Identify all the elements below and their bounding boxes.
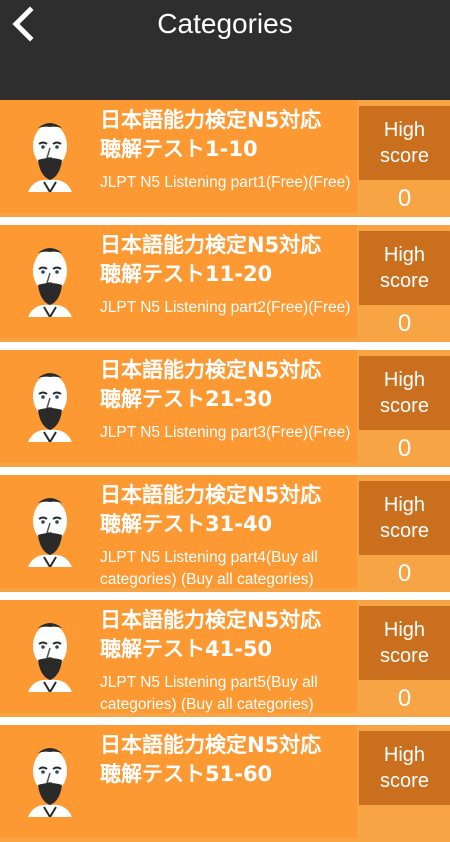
- high-score-value: 0: [397, 310, 412, 337]
- category-card-body[interactable]: 日本語能力検定N5対応 聴解テスト21-30 JLPT N5 Listening…: [0, 350, 357, 463]
- category-card[interactable]: 日本語能力検定N5対応 聴解テスト51-60 High score: [0, 725, 450, 842]
- portrait-icon: [28, 498, 72, 567]
- high-score-label: High score: [359, 356, 450, 430]
- category-card[interactable]: 日本語能力検定N5対応 聴解テスト11-20 JLPT N5 Listening…: [0, 225, 450, 342]
- category-title-line1: 日本語能力検定N5対応: [100, 608, 322, 632]
- high-score-value: 0: [397, 435, 412, 462]
- category-title-line2: 聴解テスト41-50: [100, 637, 273, 661]
- high-score-value: [359, 807, 450, 840]
- high-score-label-line2: score: [380, 145, 429, 167]
- category-subtitle: JLPT N5 Listening part4(Buy all categori…: [100, 549, 318, 588]
- high-score-label-line1: High: [383, 119, 426, 141]
- portrait-icon: [28, 748, 72, 817]
- high-score-label-line1: High: [383, 744, 426, 766]
- category-subtitle: JLPT N5 Listening part1(Free)(Free): [100, 174, 351, 191]
- category-list[interactable]: 日本語能力検定N5対応 聴解テスト1-10 JLPT N5 Listening …: [0, 100, 450, 842]
- high-score-value: 0: [397, 685, 412, 712]
- high-score-label-line1: High: [383, 494, 426, 516]
- category-title: 日本語能力検定N5対応 聴解テスト41-50: [100, 606, 360, 664]
- high-score-label: High score: [359, 481, 450, 555]
- category-card[interactable]: 日本語能力検定N5対応 聴解テスト31-40 JLPT N5 Listening…: [0, 475, 450, 592]
- category-title-line2: 聴解テスト31-40: [100, 512, 273, 536]
- high-score-label-line2: score: [380, 770, 429, 792]
- category-title-line2: 聴解テスト21-30: [100, 387, 273, 411]
- category-title-line1: 日本語能力検定N5対応: [100, 108, 322, 132]
- high-score-label: High score: [359, 231, 450, 305]
- category-card-body[interactable]: 日本語能力検定N5対応 聴解テスト11-20 JLPT N5 Listening…: [0, 225, 357, 338]
- category-title-line2: 聴解テスト11-20: [100, 262, 273, 286]
- category-card-body[interactable]: 日本語能力検定N5対応 聴解テスト51-60: [0, 725, 357, 838]
- category-title-line1: 日本語能力検定N5対応: [100, 733, 322, 757]
- category-subtitle: JLPT N5 Listening part2(Free)(Free): [100, 299, 351, 316]
- category-title: 日本語能力検定N5対応 聴解テスト51-60: [100, 731, 360, 789]
- high-score-label-line2: score: [380, 270, 429, 292]
- portrait-icon: [28, 123, 72, 192]
- high-score-label-line1: High: [383, 369, 426, 391]
- high-score-label-line2: score: [380, 395, 429, 417]
- category-title-line1: 日本語能力検定N5対応: [100, 233, 322, 257]
- high-score-value: 0: [397, 185, 412, 212]
- category-card-body[interactable]: 日本語能力検定N5対応 聴解テスト31-40 JLPT N5 Listening…: [0, 475, 357, 588]
- high-score-value: 0: [397, 560, 412, 587]
- category-card-body[interactable]: 日本語能力検定N5対応 聴解テスト1-10 JLPT N5 Listening …: [0, 100, 357, 213]
- category-title: 日本語能力検定N5対応 聴解テスト31-40: [100, 481, 360, 539]
- high-score-label: High score: [359, 106, 450, 180]
- category-title-line1: 日本語能力検定N5対応: [100, 358, 322, 382]
- high-score-label-line2: score: [380, 645, 429, 667]
- app-header: Categories: [0, 0, 450, 100]
- category-title: 日本語能力検定N5対応 聴解テスト21-30: [100, 356, 360, 414]
- category-card-body[interactable]: 日本語能力検定N5対応 聴解テスト41-50 JLPT N5 Listening…: [0, 600, 357, 713]
- page-title: Categories: [157, 8, 293, 39]
- category-subtitle: JLPT N5 Listening part3(Free)(Free): [100, 424, 351, 441]
- category-subtitle: JLPT N5 Listening part5(Buy all categori…: [100, 674, 318, 713]
- high-score-label-line2: score: [380, 520, 429, 542]
- portrait-icon: [28, 248, 72, 317]
- high-score-label: High score: [359, 606, 450, 680]
- category-title: 日本語能力検定N5対応 聴解テスト11-20: [100, 231, 360, 289]
- category-title-line2: 聴解テスト1-10: [100, 137, 258, 161]
- category-card[interactable]: 日本語能力検定N5対応 聴解テスト41-50 JLPT N5 Listening…: [0, 600, 450, 717]
- category-title-line2: 聴解テスト51-60: [100, 762, 273, 786]
- category-title-line1: 日本語能力検定N5対応: [100, 483, 322, 507]
- high-score-label-line1: High: [383, 244, 426, 266]
- portrait-icon: [28, 623, 72, 692]
- portrait-icon: [28, 373, 72, 442]
- high-score-label-line1: High: [383, 619, 426, 641]
- category-card[interactable]: 日本語能力検定N5対応 聴解テスト1-10 JLPT N5 Listening …: [0, 100, 450, 217]
- high-score-label: High score: [359, 731, 450, 805]
- category-card[interactable]: 日本語能力検定N5対応 聴解テスト21-30 JLPT N5 Listening…: [0, 350, 450, 467]
- category-title: 日本語能力検定N5対応 聴解テスト1-10: [100, 106, 360, 164]
